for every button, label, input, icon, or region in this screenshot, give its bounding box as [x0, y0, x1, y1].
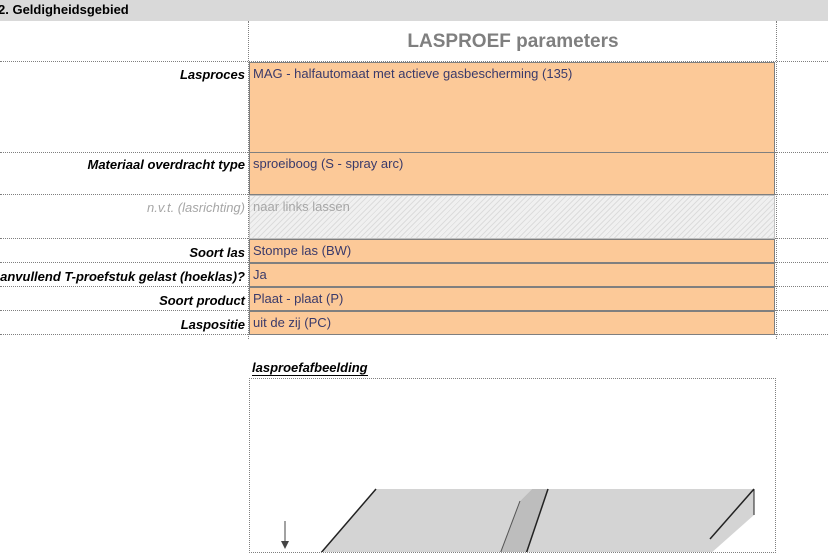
- laspositie-field[interactable]: uit de zij (PC): [249, 311, 775, 335]
- soort-las-field[interactable]: Stompe las (BW): [249, 239, 775, 263]
- row-label-lasproces: Lasproces: [179, 67, 245, 82]
- row-label-materiaal-overdracht: Materiaal overdracht type: [87, 157, 245, 172]
- row-label-soort-las: Soort las: [189, 245, 245, 260]
- weld-test-image-frame: [249, 378, 776, 553]
- weld-plate-illustration: [281, 488, 755, 552]
- row-label-soort-product: Soort product: [159, 293, 245, 308]
- grid-line: [776, 21, 777, 339]
- soort-product-field[interactable]: Plaat - plaat (P): [249, 287, 775, 311]
- right-plate: [526, 489, 754, 552]
- image-section-label: lasproefafbeelding: [252, 360, 368, 376]
- t-proefstuk-field[interactable]: Ja: [249, 263, 775, 287]
- lasrichting-field: naar links lassen: [249, 195, 775, 239]
- left-plate: [321, 489, 532, 552]
- row-label-lasrichting: n.v.t. (lasrichting): [146, 200, 245, 215]
- lasproces-field[interactable]: MAG - halfautomaat met actieve gasbesche…: [249, 62, 775, 153]
- section-title: 2. Geldigheidsgebied: [0, 2, 129, 17]
- params-title: LASPROEF parameters: [407, 31, 619, 52]
- direction-arrow-icon: [281, 541, 289, 549]
- row-label-t-proefstuk: Aanvullend T-proefstuk gelast (hoeklas)?: [0, 269, 245, 284]
- row-label-laspositie: Laspositie: [180, 317, 245, 332]
- section-header: 2. Geldigheidsgebied: [0, 0, 828, 21]
- materiaal-overdracht-field[interactable]: sproeiboog (S - spray arc): [249, 152, 775, 195]
